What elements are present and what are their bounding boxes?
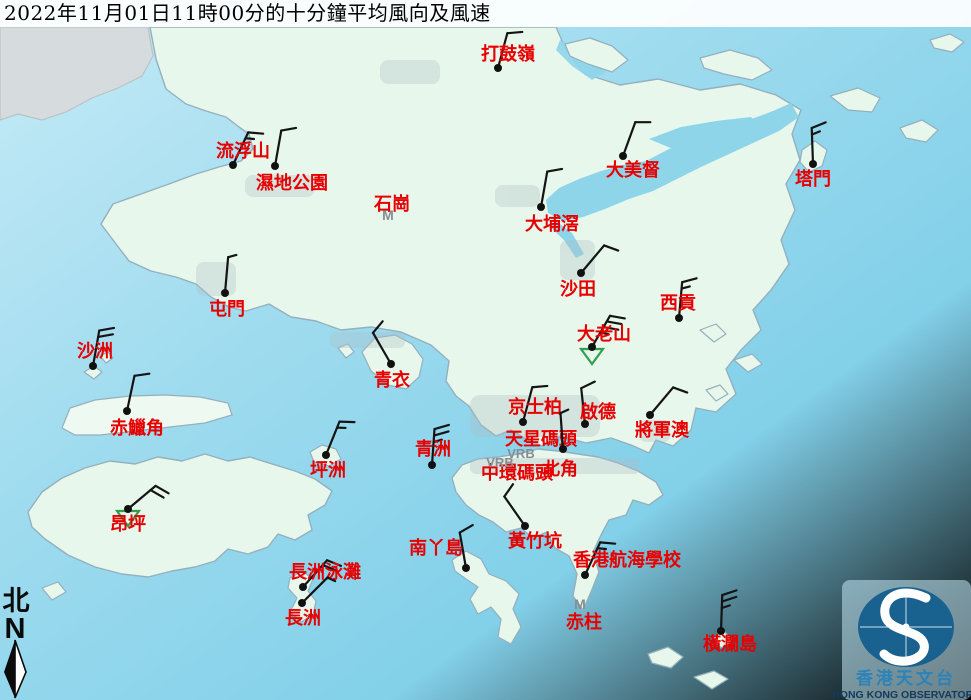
- station-label: 西貢: [660, 293, 696, 314]
- vrb-indicator: VRB: [486, 455, 513, 470]
- logo-name-zh: 香港天文台: [856, 668, 956, 689]
- missing-data-indicator: M: [382, 207, 394, 223]
- station-label: 黃竹坑: [507, 530, 562, 552]
- map-title: 2022年11月01日11時00分的十分鐘平均風向及風速: [0, 0, 971, 27]
- station-dot: [322, 451, 330, 459]
- hko-logo: 香港天文台 HONG KONG OBSERVATORY: [832, 580, 971, 700]
- station-label: 大美督: [606, 159, 660, 181]
- wind-barb-feather: [248, 132, 263, 133]
- station-dot: [809, 160, 817, 168]
- station-dot: [299, 583, 307, 591]
- station-dot: [646, 411, 654, 419]
- station-label: 大埔滘: [525, 213, 579, 235]
- wind-barb-feather: [245, 138, 253, 139]
- station-dot: [521, 522, 529, 530]
- station-dot: [494, 64, 502, 72]
- wind-map-page: 打鼓嶺流浮山濕地公園石崗M大美督大埔滘塔門沙田西貢大老山屯門沙洲赤鱲角青衣坪洲青…: [0, 0, 971, 700]
- wind-barb-feather: [339, 422, 354, 423]
- station-dot: [675, 314, 683, 322]
- station-dot: [559, 445, 567, 453]
- station-label: 昂坪: [110, 514, 146, 535]
- missing-data-indicator: M: [574, 596, 586, 612]
- station-label: 濕地公園: [256, 172, 328, 194]
- station-label: 將軍澳: [635, 419, 690, 441]
- station-label: 橫瀾島: [703, 633, 757, 655]
- wind-barb-feather: [532, 386, 547, 387]
- station-label: 長洲: [285, 608, 321, 629]
- station-label: 赤柱: [566, 611, 602, 633]
- wind-barb-feather: [597, 548, 605, 549]
- station-dot: [387, 360, 395, 368]
- station-label: 大老山: [577, 323, 631, 345]
- wind-barb-feather: [507, 32, 522, 33]
- station-label: 打鼓嶺: [481, 43, 535, 65]
- station-label: 啟德: [580, 401, 616, 423]
- station-dot: [581, 571, 589, 579]
- station-dot: [124, 505, 132, 513]
- station-dot: [89, 362, 97, 370]
- station-label: 坪洲: [310, 460, 346, 481]
- station-dot: [462, 564, 470, 572]
- station-label: 青洲: [415, 439, 451, 460]
- station-label: 香港航海學校: [572, 549, 682, 571]
- station-label: 流浮山: [216, 140, 270, 162]
- station-label: 屯門: [209, 298, 245, 320]
- logo-name-en: HONG KONG OBSERVATORY: [832, 689, 971, 700]
- station-dot: [123, 407, 131, 415]
- logo-center-dot: [903, 624, 910, 631]
- station-dot: [428, 461, 436, 469]
- station-dot: [619, 152, 627, 160]
- station-dot: [271, 162, 279, 170]
- station-dot: [519, 418, 527, 426]
- map-canvas: 打鼓嶺流浮山濕地公園石崗M大美督大埔滘塔門沙田西貢大老山屯門沙洲赤鱲角青衣坪洲青…: [0, 0, 971, 700]
- station-dot: [298, 599, 306, 607]
- station-label: 青衣: [374, 369, 410, 391]
- station-dot: [537, 203, 545, 211]
- station-dot: [577, 269, 585, 277]
- station-dot: [229, 161, 237, 169]
- station-label: 沙田: [560, 279, 596, 300]
- station-label: 南丫島: [409, 537, 463, 559]
- station-dot: [221, 289, 229, 297]
- station-label: 沙洲: [77, 341, 113, 362]
- station-label: 京士柏: [508, 396, 562, 418]
- wind-barb-feather: [600, 542, 615, 543]
- station-label: 塔門: [795, 168, 831, 190]
- station-label: 赤鱲角: [110, 417, 164, 439]
